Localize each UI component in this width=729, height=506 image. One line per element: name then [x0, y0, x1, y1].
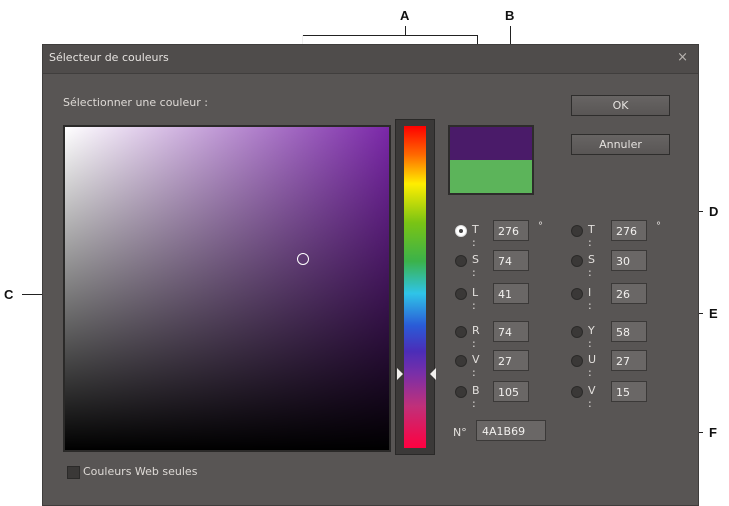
- label-saturation-2: S :: [588, 253, 595, 279]
- label-intensity: I :: [588, 286, 592, 312]
- label-blue: B :: [472, 384, 480, 410]
- radio-saturation-2[interactable]: [571, 255, 583, 267]
- hex-label: N°: [453, 426, 467, 439]
- radio-y[interactable]: [571, 326, 583, 338]
- label-lightness: L :: [472, 286, 479, 312]
- callout-a-vertical: [405, 26, 406, 35]
- label-hue: T :: [472, 223, 479, 249]
- color-preview: [448, 125, 534, 195]
- radio-blue[interactable]: [455, 386, 467, 398]
- radio-hue[interactable]: [455, 225, 467, 237]
- original-color-swatch[interactable]: [450, 160, 532, 193]
- radio-intensity[interactable]: [571, 288, 583, 300]
- input-red[interactable]: 74: [493, 321, 529, 342]
- input-v[interactable]: 15: [611, 381, 647, 402]
- input-u[interactable]: 27: [611, 350, 647, 371]
- new-color-swatch: [450, 127, 532, 160]
- input-saturation-2[interactable]: 30: [611, 250, 647, 271]
- label-u: U :: [588, 353, 597, 379]
- hue-slider-left-arrow-icon[interactable]: [397, 368, 403, 380]
- radio-u[interactable]: [571, 355, 583, 367]
- hue-slider-right-arrow-icon[interactable]: [430, 368, 436, 380]
- callout-a-bracket-top: [302, 35, 477, 36]
- radio-saturation[interactable]: [455, 255, 467, 267]
- web-colors-checkbox[interactable]: [67, 466, 80, 479]
- ok-button[interactable]: OK: [571, 95, 670, 116]
- input-lightness[interactable]: 41: [493, 283, 529, 304]
- cancel-button[interactable]: Annuler: [571, 134, 670, 155]
- input-intensity[interactable]: 26: [611, 283, 647, 304]
- label-v: V :: [588, 384, 596, 410]
- radio-v[interactable]: [571, 386, 583, 398]
- label-red: R :: [472, 324, 480, 350]
- select-color-label: Sélectionner une couleur :: [63, 96, 208, 109]
- input-saturation[interactable]: 74: [493, 250, 529, 271]
- degree-symbol: °: [538, 221, 543, 232]
- hue-spectrum[interactable]: [404, 126, 426, 448]
- hue-slider[interactable]: [395, 119, 435, 455]
- callout-d: D: [709, 204, 719, 219]
- callout-a: A: [400, 8, 410, 23]
- color-field-handle[interactable]: [297, 253, 309, 265]
- close-icon[interactable]: ×: [677, 50, 688, 65]
- color-field[interactable]: [63, 125, 391, 452]
- callout-c: C: [4, 287, 14, 302]
- label-y: Y :: [588, 324, 595, 350]
- callout-f: F: [709, 425, 717, 440]
- input-green[interactable]: 27: [493, 350, 529, 371]
- radio-hue-2[interactable]: [571, 225, 583, 237]
- callout-b: B: [505, 8, 515, 23]
- color-picker-dialog: Sélecteur de couleurs × Sélectionner une…: [42, 44, 699, 506]
- callout-e: E: [709, 306, 718, 321]
- web-colors-label: Couleurs Web seules: [83, 465, 198, 478]
- radio-green[interactable]: [455, 355, 467, 367]
- label-hue-2: T :: [588, 223, 595, 249]
- label-green: V :: [472, 353, 480, 379]
- hex-input[interactable]: 4A1B69: [476, 420, 546, 441]
- input-blue[interactable]: 105: [493, 381, 529, 402]
- label-saturation: S :: [472, 253, 479, 279]
- input-hue-2[interactable]: 276: [611, 220, 647, 241]
- title-bar[interactable]: Sélecteur de couleurs ×: [43, 45, 698, 74]
- input-hue[interactable]: 276: [493, 220, 529, 241]
- degree-symbol-2: °: [656, 221, 661, 232]
- radio-lightness[interactable]: [455, 288, 467, 300]
- dialog-title: Sélecteur de couleurs: [49, 51, 169, 64]
- input-y[interactable]: 58: [611, 321, 647, 342]
- radio-red[interactable]: [455, 326, 467, 338]
